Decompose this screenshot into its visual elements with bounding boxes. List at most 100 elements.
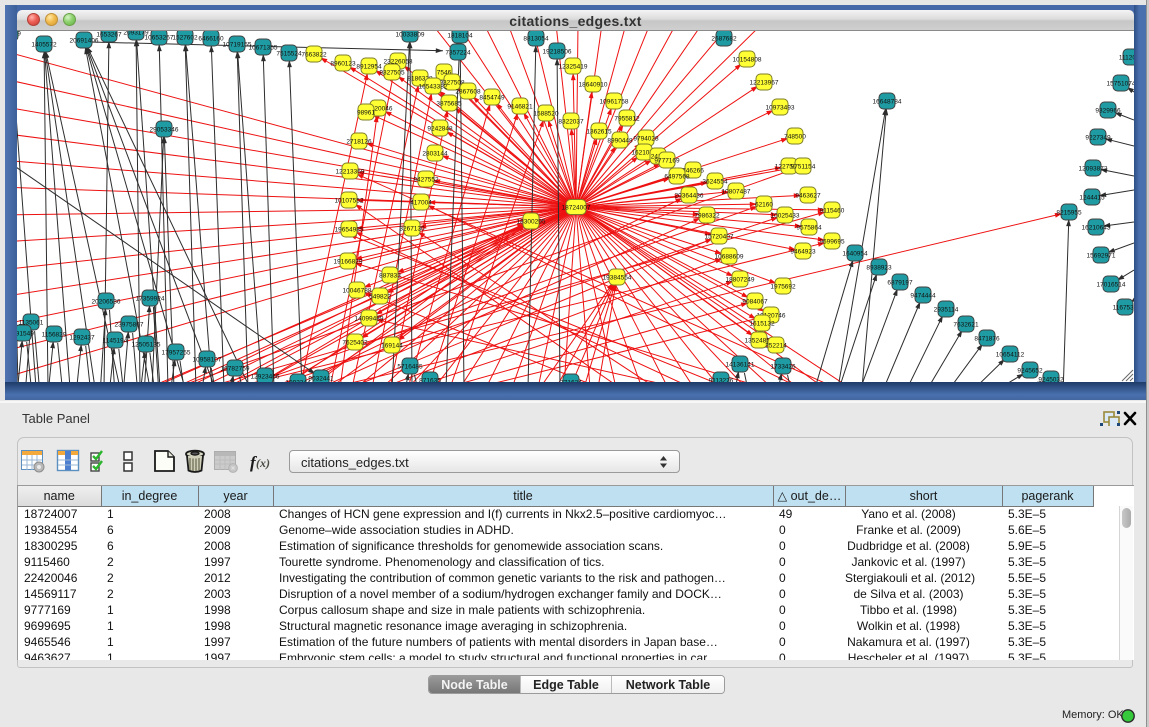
svg-text:18640910: 18640910: [579, 82, 608, 89]
svg-text:10671355: 10671355: [249, 45, 278, 52]
svg-text:1112061: 1112061: [1119, 55, 1134, 62]
svg-text:20206536: 20206536: [92, 299, 121, 306]
svg-text:19384554: 19384554: [603, 275, 632, 282]
svg-text:19166829: 19166829: [334, 259, 363, 266]
svg-text:9327505: 9327505: [379, 70, 405, 77]
svg-text:1292437: 1292437: [69, 335, 95, 342]
svg-text:5716485: 5716485: [397, 364, 423, 371]
svg-text:10653267: 10653267: [145, 35, 174, 42]
svg-text:12505135: 12505135: [132, 342, 161, 349]
svg-text:18807249: 18807249: [726, 277, 755, 284]
svg-text:9115460: 9115460: [820, 208, 845, 215]
svg-text:9329966: 9329966: [1095, 108, 1121, 115]
svg-text:166829: 166829: [17, 31, 21, 38]
svg-text:9464923: 9464923: [790, 249, 816, 256]
svg-text:9146821: 9146821: [507, 104, 533, 111]
svg-text:8960123: 8960123: [330, 61, 356, 68]
svg-text:9113276: 9113276: [709, 378, 734, 383]
svg-text:9575864: 9575864: [796, 225, 822, 232]
svg-text:391549: 391549: [17, 331, 34, 338]
svg-text:12923466: 12923466: [251, 374, 280, 381]
svg-text:10154808: 10154808: [733, 57, 762, 64]
svg-text:1167533: 1167533: [1113, 305, 1134, 312]
svg-text:10807487: 10807487: [722, 189, 751, 196]
svg-text:16648784: 16648784: [873, 99, 902, 106]
svg-text:8215955: 8215955: [1056, 210, 1082, 217]
svg-text:1733426: 1733426: [770, 364, 796, 371]
svg-text:23975867: 23975867: [115, 322, 144, 329]
svg-text:10107552: 10107552: [335, 198, 364, 205]
svg-text:417004: 417004: [410, 200, 432, 207]
svg-text:98961: 98961: [357, 110, 375, 117]
svg-text:7357224: 7357224: [445, 50, 471, 57]
svg-text:2718126: 2718126: [346, 139, 372, 146]
svg-text:(x): (x): [256, 456, 270, 470]
svg-text:1145194: 1145194: [103, 338, 128, 345]
svg-text:1588520: 1588520: [533, 111, 559, 118]
svg-text:12213967: 12213967: [750, 80, 779, 87]
svg-text:3624554: 3624554: [702, 179, 728, 186]
svg-text:15751074: 15751074: [1107, 81, 1134, 88]
svg-text:17016514: 17016514: [1097, 282, 1126, 289]
svg-text:10719155: 10719155: [223, 42, 252, 49]
svg-text:20691406: 20691406: [70, 38, 99, 45]
svg-text:9245652: 9245652: [1017, 368, 1043, 375]
svg-text:748500: 748500: [784, 134, 806, 141]
svg-text:9245032: 9245032: [1038, 377, 1064, 383]
svg-text:2867608: 2867608: [455, 89, 481, 96]
svg-text:3267130: 3267130: [399, 226, 425, 233]
svg-text:8454749: 8454749: [479, 95, 505, 102]
svg-text:12325419: 12325419: [559, 64, 588, 71]
svg-text:62160: 62160: [755, 202, 773, 209]
svg-text:1615132: 1615132: [749, 321, 775, 328]
svg-text:6466160: 6466160: [198, 36, 224, 43]
svg-text:252214: 252214: [765, 343, 787, 350]
svg-text:10688609: 10688609: [715, 254, 744, 261]
svg-text:1156829: 1156829: [42, 332, 67, 339]
svg-text:169144: 169144: [381, 343, 403, 350]
svg-text:2687682: 2687682: [711, 36, 737, 43]
svg-text:16782759: 16782759: [221, 366, 250, 373]
svg-text:9084067: 9084067: [742, 299, 768, 306]
svg-text:9032441: 9032441: [308, 376, 334, 383]
svg-text:10961758: 10961758: [600, 99, 629, 106]
svg-text:6497568: 6497568: [664, 174, 690, 181]
svg-text:9427552: 9427552: [413, 177, 439, 184]
svg-text:9699695: 9699695: [819, 239, 845, 246]
svg-text:9242848: 9242848: [427, 126, 453, 133]
svg-text:10033809: 10033809: [396, 32, 425, 39]
svg-text:8471876: 8471876: [974, 336, 1000, 343]
svg-text:18724007: 18724007: [562, 205, 591, 212]
svg-text:10958107: 10958107: [193, 357, 222, 364]
svg-text:2803144: 2803144: [422, 151, 448, 158]
svg-text:18300295: 18300295: [517, 219, 546, 226]
svg-text:10973493: 10973493: [766, 105, 795, 112]
svg-text:9227349: 9227349: [1085, 135, 1111, 142]
svg-text:14099489: 14099489: [355, 316, 384, 323]
svg-text:3875685: 3875685: [436, 101, 462, 108]
svg-text:10654112: 10654112: [996, 352, 1025, 359]
svg-text:10025433: 10025433: [771, 213, 800, 220]
svg-text:1818104: 1818104: [447, 33, 473, 40]
svg-text:8912954: 8912954: [356, 64, 382, 71]
svg-text:16543382: 16543382: [419, 84, 448, 91]
svg-text:12093872: 12093872: [1079, 166, 1108, 173]
svg-text:20364436: 20364436: [675, 193, 704, 200]
svg-text:7515524: 7515524: [276, 51, 302, 58]
svg-text:1405572: 1405572: [31, 42, 57, 49]
svg-text:1653267: 1653267: [96, 32, 122, 39]
svg-text:19218506: 19218506: [543, 49, 572, 56]
svg-text:8813054: 8813054: [523, 36, 549, 43]
svg-text:9751154: 9751154: [791, 164, 816, 171]
svg-text:7955812: 7955812: [614, 116, 640, 123]
svg-text:8322037: 8322037: [558, 119, 584, 126]
svg-text:1640954: 1640954: [842, 251, 868, 258]
svg-text:15692971: 15692971: [1087, 253, 1116, 260]
svg-text:14136141: 14136141: [726, 362, 755, 369]
svg-text:12213369: 12213369: [336, 169, 365, 176]
svg-text:7625402: 7625402: [342, 340, 368, 347]
svg-text:29053346: 29053346: [150, 127, 179, 134]
svg-text:1362615: 1362615: [586, 129, 612, 136]
svg-text:9777169: 9777169: [654, 158, 680, 165]
svg-text:871635: 871635: [419, 378, 441, 383]
